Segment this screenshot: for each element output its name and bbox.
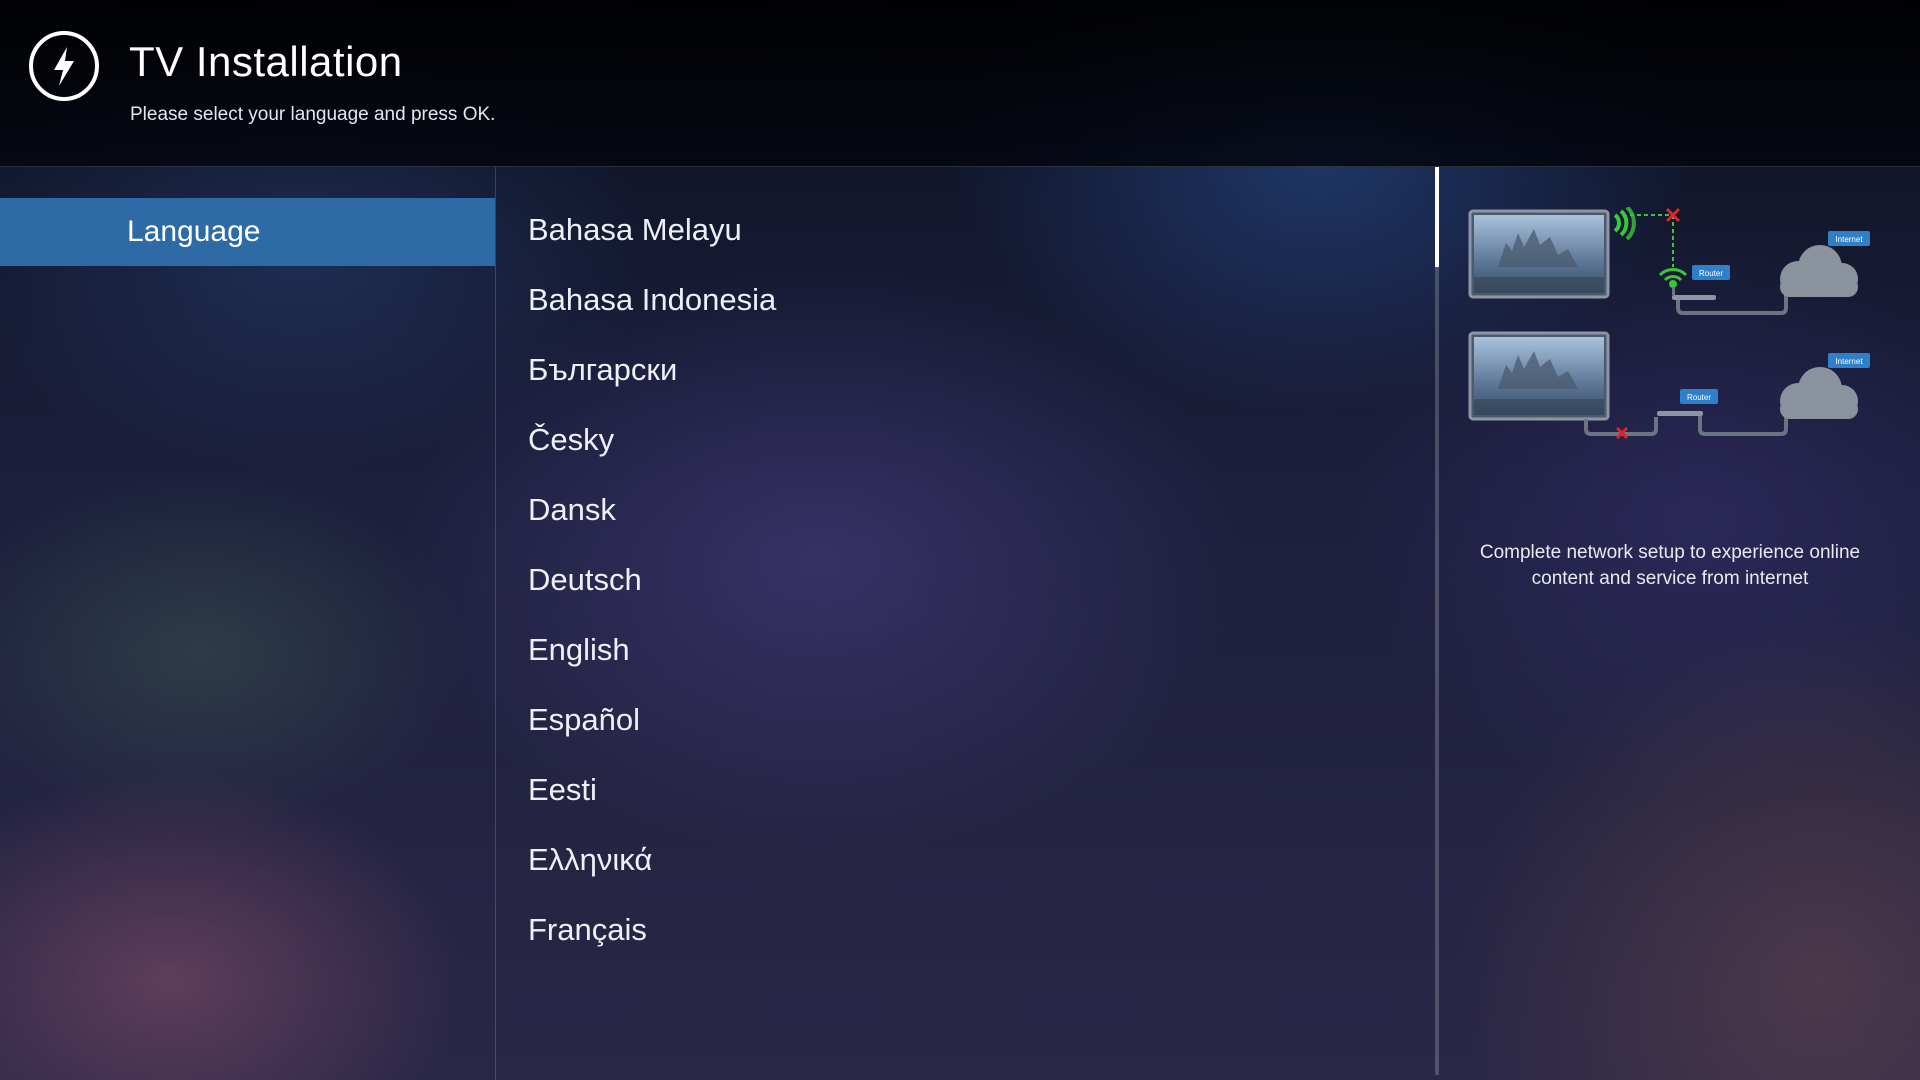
cloud-icon — [1780, 245, 1858, 297]
router-tag: Router — [1680, 389, 1718, 404]
menu-item-language[interactable]: Language — [0, 198, 495, 266]
wifi-waves-icon — [1613, 207, 1636, 241]
page-subtitle: Please select your language and press OK… — [130, 104, 496, 125]
page-title: TV Installation — [129, 38, 403, 85]
internet-tag: Internet — [1828, 231, 1870, 246]
scrollbar-thumb[interactable] — [1435, 167, 1439, 267]
svg-text:Internet: Internet — [1835, 357, 1863, 366]
svg-text:Router: Router — [1687, 393, 1711, 402]
language-option[interactable]: Français — [528, 895, 647, 965]
lightning-bolt-icon — [29, 31, 99, 101]
menu-item-label: Language — [127, 215, 261, 248]
cloud-icon — [1780, 367, 1858, 419]
language-option[interactable]: English — [528, 615, 630, 685]
language-list: Bahasa Melayu Bahasa Indonesia Български… — [496, 167, 1436, 1080]
info-text: Complete network setup to experience onl… — [1479, 542, 1861, 589]
language-option[interactable]: Česky — [528, 405, 614, 475]
internet-tag: Internet — [1828, 353, 1870, 368]
wireless-scenario: Router Internet — [1468, 207, 1870, 315]
language-option[interactable]: Dansk — [528, 475, 616, 545]
router-icon — [1657, 411, 1703, 416]
language-option[interactable]: Deutsch — [528, 545, 642, 615]
language-option[interactable]: Bahasa Melayu — [528, 195, 742, 265]
info-panel: Router Internet Router Internet Complete… — [1440, 167, 1920, 1080]
settings-menu: Language — [0, 167, 496, 1080]
language-option[interactable]: Eesti — [528, 755, 597, 825]
language-option[interactable]: Български — [528, 335, 677, 405]
router-wifi-icon — [1658, 268, 1688, 288]
header: TV Installation Please select your langu… — [0, 0, 1920, 167]
language-option[interactable]: Español — [528, 685, 640, 755]
network-setup-illustration: Router Internet Router Internet — [1468, 207, 1870, 440]
router-icon — [1672, 295, 1716, 300]
language-option[interactable]: Ελληνικά — [528, 825, 652, 895]
language-option[interactable]: Bahasa Indonesia — [528, 265, 776, 335]
wired-scenario: Router Internet — [1468, 331, 1870, 440]
svg-text:Internet: Internet — [1835, 235, 1863, 244]
scrollbar[interactable] — [1435, 167, 1439, 1075]
router-tag: Router — [1692, 265, 1730, 280]
svg-text:Router: Router — [1699, 269, 1723, 278]
